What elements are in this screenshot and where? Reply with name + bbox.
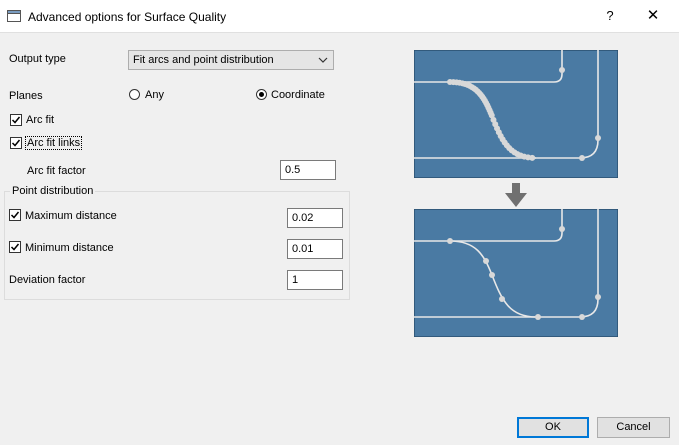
checkmark-icon (11, 116, 21, 124)
output-type-label: Output type (9, 53, 66, 65)
arc-fit-factor-label: Arc fit factor (27, 165, 86, 177)
after-diagram (414, 209, 618, 337)
radio-any-label: Any (145, 89, 164, 101)
minimum-distance-checkbox[interactable] (9, 241, 21, 253)
arc-fit-factor-field[interactable] (280, 160, 336, 180)
output-type-dropdown[interactable]: Fit arcs and point distribution (128, 50, 334, 70)
point-marker (579, 155, 585, 161)
chevron-down-icon (318, 57, 328, 63)
ok-button[interactable]: OK (517, 417, 589, 438)
minimum-distance-label: Minimum distance (25, 242, 114, 254)
radio-coordinate-label: Coordinate (271, 89, 325, 101)
app-icon (7, 10, 21, 22)
deviation-factor-label: Deviation factor (9, 274, 86, 286)
window-title: Advanced options for Surface Quality (28, 10, 227, 24)
minimum-distance-input[interactable] (288, 240, 342, 258)
point-marker (529, 154, 536, 161)
cancel-button[interactable]: Cancel (597, 417, 670, 438)
title-bar: Advanced options for Surface Quality ? ✕ (0, 0, 679, 33)
checkmark-icon (10, 211, 20, 219)
maximum-distance-label: Maximum distance (25, 210, 117, 222)
checkmark-icon (11, 139, 21, 147)
arc-fit-links-label: Arc fit links (25, 136, 83, 150)
arc-fit-factor-input[interactable] (281, 161, 335, 179)
point-marker (559, 67, 565, 73)
minimum-distance-field[interactable] (287, 239, 343, 259)
maximum-distance-input[interactable] (288, 209, 342, 227)
maximum-distance-field[interactable] (287, 208, 343, 228)
radio-selected-dot (259, 92, 264, 97)
maximum-distance-checkbox[interactable] (9, 209, 21, 221)
checkmark-icon (10, 243, 20, 251)
close-button[interactable]: ✕ (642, 6, 664, 26)
deviation-factor-input[interactable] (288, 271, 342, 289)
arc-fit-checkbox[interactable] (10, 114, 22, 126)
help-button[interactable]: ? (600, 6, 620, 26)
before-diagram (414, 50, 618, 178)
planes-label: Planes (9, 90, 43, 102)
output-type-value: Fit arcs and point distribution (133, 54, 274, 66)
point-marker (595, 135, 601, 141)
radio-coordinate[interactable] (256, 89, 267, 100)
arc-fit-links-checkbox[interactable] (10, 137, 22, 149)
arc-fit-label: Arc fit (26, 114, 55, 126)
point-distribution-title: Point distribution (10, 185, 96, 197)
deviation-factor-field[interactable] (287, 270, 343, 290)
arrow-down-icon (505, 183, 527, 207)
radio-any[interactable] (129, 89, 140, 100)
